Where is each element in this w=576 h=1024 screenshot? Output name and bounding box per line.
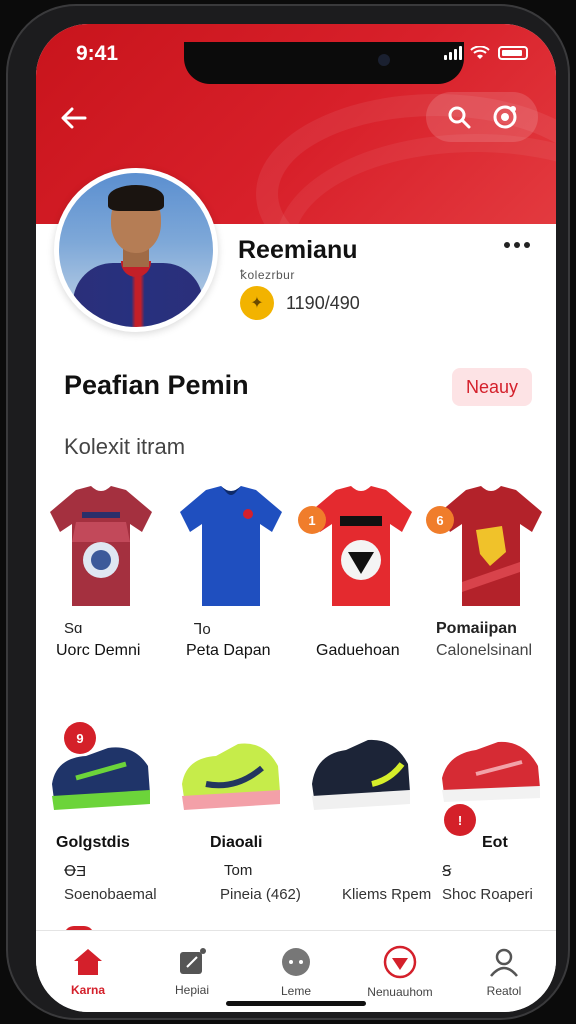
jersey-image: [180, 486, 282, 606]
product-subtitle: Kliems Rpem: [342, 886, 432, 903]
badge-icon: [383, 945, 417, 978]
back-button[interactable]: [56, 100, 92, 136]
search-button[interactable]: [443, 101, 475, 133]
camera-icon: [493, 105, 517, 129]
product-subtitle: Pineia (462): [220, 886, 301, 903]
product-badge: !: [444, 804, 476, 836]
product-tag: Ꞁo: [194, 621, 211, 638]
nav-label: Nenuauhom: [367, 984, 433, 999]
battery-icon: [498, 46, 528, 60]
product-card[interactable]: 9 Golgstdis ꝊƎ Soenobaemal: [36, 704, 166, 904]
product-name: Eot: [482, 834, 508, 851]
shoe-image: [52, 747, 150, 810]
jersey-image: [440, 486, 542, 606]
chat-icon: [282, 947, 310, 976]
product-subtitle: Shoc Roaperi: [442, 886, 533, 903]
nav-badge[interactable]: Nenuauhom: [348, 931, 452, 1012]
nav-label: Hepiai: [174, 982, 210, 997]
nav-home[interactable]: Karna: [36, 931, 140, 1012]
status-time: 9:41: [76, 42, 119, 65]
status-bar: 9:41: [36, 24, 556, 84]
app-screen: 9:41 Reemianu ꝁolezrbur ✦ 1190/490 Peafi…: [36, 24, 556, 1012]
nav-chat[interactable]: Leme: [244, 931, 348, 1012]
jersey-image: [310, 486, 412, 606]
profile-handle: ꝁolezrbur: [240, 268, 295, 282]
section-badge[interactable]: Neauy: [451, 368, 532, 406]
jersey-image: [50, 486, 152, 606]
product-name: Gaduehoan: [316, 642, 400, 659]
product-name: Peta Dapan: [186, 642, 271, 659]
product-name: Golgstdis: [56, 834, 130, 851]
product-badge: 6: [426, 506, 454, 534]
product-tag: ꝊƎ: [64, 863, 87, 880]
signal-icon: [444, 46, 462, 60]
product-subtitle: Soenobaemal: [64, 886, 157, 903]
product-card[interactable]: Sɑ Uorc Demni: [36, 482, 166, 682]
points-row: ✦ 1190/490: [240, 286, 360, 320]
product-card[interactable]: ! Eot Ꞩ Shoc Roaperi: [426, 704, 556, 904]
more-dots-icon: [504, 242, 510, 248]
home-icon: [74, 948, 102, 975]
product-tag: Sɑ: [64, 620, 83, 637]
shoe-image: [312, 739, 410, 810]
product-name: Diaoali: [210, 834, 263, 851]
phone-frame: 9:41 Reemianu ꝁolezrbur ✦ 1190/490 Peafi…: [6, 4, 570, 1020]
avatar[interactable]: [54, 168, 218, 332]
section-title: Peafian Pemin: [64, 370, 249, 400]
arrow-left-icon: [61, 107, 87, 129]
nav-edit[interactable]: Hepiai: [140, 931, 244, 1012]
jersey-grid: Sɑ Uorc Demni Ꞁo Peta Dapan 1 Gaduehoan …: [36, 482, 556, 682]
shoe-grid: 9 Golgstdis ꝊƎ Soenobaemal Diaoali Tom P…: [36, 704, 556, 904]
points-value: 1190/490: [286, 292, 360, 313]
profile-name: Reemianu: [238, 236, 358, 264]
collection-subtitle: Kolexit itram: [64, 434, 186, 459]
shoe-image: [182, 743, 280, 810]
product-name: Uorc Demni: [56, 642, 141, 659]
home-indicator: [226, 1001, 366, 1006]
edit-icon: [180, 947, 206, 974]
avatar-photo: [59, 173, 213, 327]
product-tag: Ꞩ: [442, 863, 452, 880]
nav-label: Reatol: [486, 983, 522, 998]
camera-button[interactable]: [489, 101, 521, 133]
coin-icon: ✦: [240, 286, 274, 320]
product-card[interactable]: Diaoali Tom Pineia (462): [166, 704, 301, 904]
header-actions: [426, 92, 538, 142]
search-icon: [448, 106, 471, 129]
product-tag: Pomaiipan: [436, 620, 517, 637]
profile-icon: [490, 948, 518, 977]
bottom-nav: Karna Hepiai Leme Nenuauhom Reatol: [36, 930, 556, 1012]
nav-label: Leme: [280, 983, 312, 998]
product-name: Calonelsinanl: [436, 642, 533, 659]
more-options-button[interactable]: [504, 242, 530, 248]
product-card[interactable]: 6 Pomaiipan Calonelsinanl: [426, 482, 556, 682]
nav-label: Karna: [70, 982, 105, 997]
product-badge: 1: [298, 506, 326, 534]
wifi-icon: [470, 46, 490, 59]
product-card[interactable]: Kliems Rpem: [296, 704, 431, 904]
product-tag: Tom: [224, 862, 253, 879]
product-card[interactable]: 1 Gaduehoan: [296, 482, 426, 682]
product-card[interactable]: Ꞁo Peta Dapan: [166, 482, 296, 682]
product-badge: 9: [64, 722, 96, 754]
nav-profile[interactable]: Reatol: [452, 931, 556, 1012]
